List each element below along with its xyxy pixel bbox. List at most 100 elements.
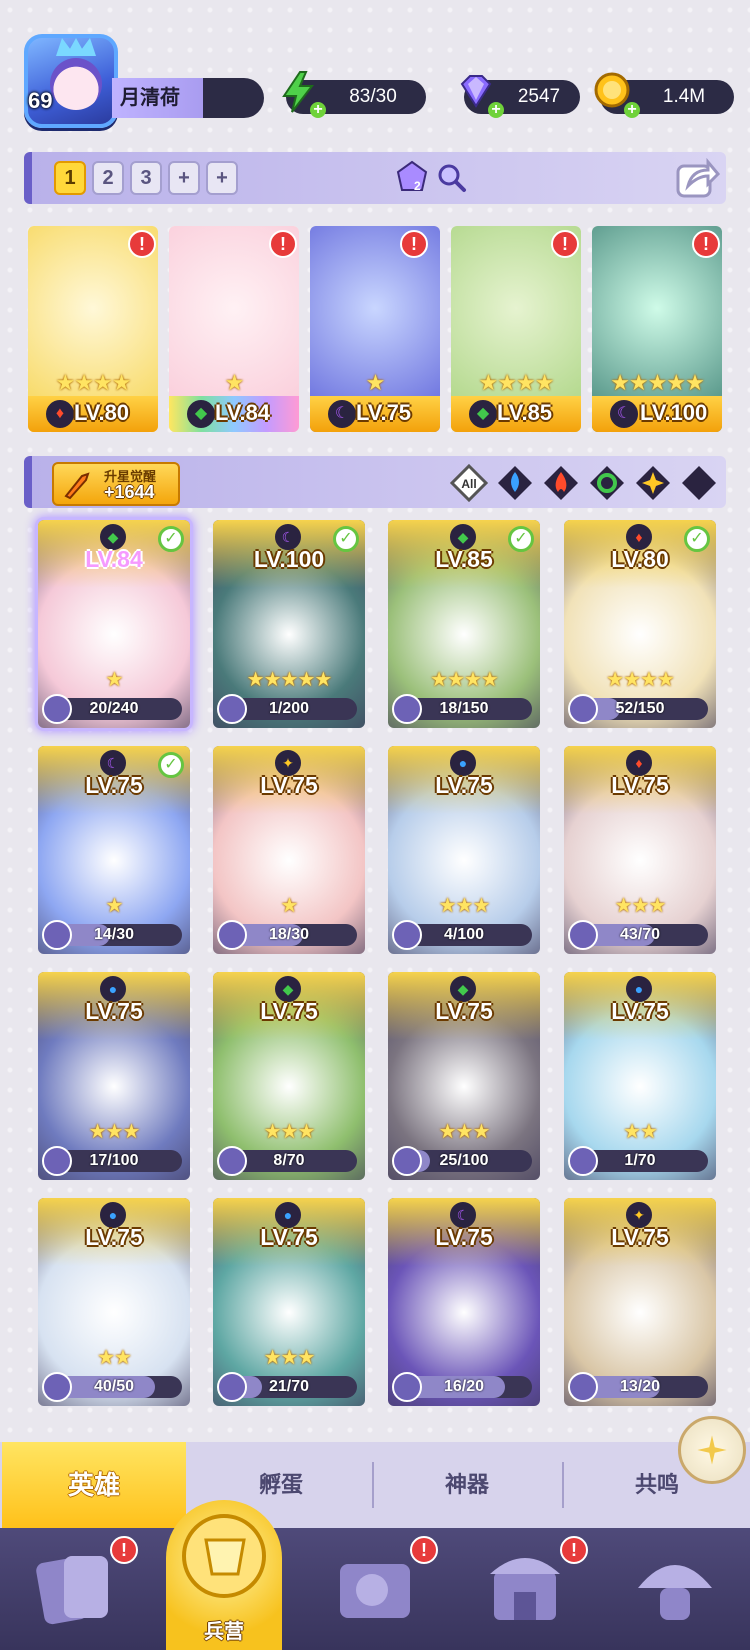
hero-card[interactable]: ◆ LV.75 ★★★ 8/70 — [213, 972, 365, 1180]
hero-card[interactable]: ♦ ✓ LV.80 ★★★★ 52/150 — [564, 520, 716, 728]
sparkle-icon — [697, 1435, 727, 1465]
shard-icon — [568, 1146, 598, 1176]
hero-stars: ★★★ — [88, 1121, 141, 1143]
hero-card[interactable]: ● LV.75 ★★ 40/50 — [38, 1198, 190, 1406]
lineup-slot-2[interactable]: ! ★ ◆ LV.84 — [169, 226, 299, 432]
shop-icon — [490, 1558, 560, 1620]
tab-artifacts[interactable]: 神器 — [374, 1442, 560, 1528]
add-energy-icon[interactable]: + — [310, 102, 326, 118]
barracks-icon — [182, 1514, 266, 1598]
fire-element-icon: ♦ — [46, 400, 74, 428]
star-awaken-button[interactable]: 升星觉醒 +1644 — [52, 462, 180, 506]
nav-barracks[interactable]: 兵营 — [166, 1500, 282, 1650]
hero-card[interactable]: ☾ LV.75 16/20 — [388, 1198, 540, 1406]
hero-level: LV.75 — [611, 1224, 669, 1250]
hero-stars: ★ — [105, 895, 124, 917]
nav-shop[interactable]: ! — [480, 1536, 588, 1634]
crown-icon — [56, 38, 96, 56]
shard-icon — [42, 694, 72, 724]
lineup-slot-4[interactable]: ! ★★★★ ◆ LV.85 — [451, 226, 581, 432]
add-team-button-2[interactable]: + — [206, 161, 238, 195]
hero-stars: ★★★ — [263, 1121, 316, 1143]
hero-level: LV.75 — [435, 998, 493, 1024]
hero-card[interactable]: ● LV.75 ★★★ 21/70 — [213, 1198, 365, 1406]
team-emblem-count: 2 — [414, 179, 421, 193]
hero-level: LV.75 — [260, 998, 318, 1024]
hero-level: LV.75 — [260, 1224, 318, 1250]
nav-mushroom[interactable] — [630, 1542, 720, 1634]
hero-card[interactable]: ☾ ✓ LV.100 ★★★★★ 1/200 — [213, 520, 365, 728]
light-filter-icon[interactable] — [634, 464, 672, 502]
add-team-button[interactable]: + — [168, 161, 200, 195]
shard-icon — [217, 1372, 247, 1402]
shard-icon — [568, 1372, 598, 1402]
alert-icon: ! — [551, 230, 579, 258]
hero-card[interactable]: ✦ LV.75 ★ 18/30 — [213, 746, 365, 954]
hero-card[interactable]: ● LV.75 ★★★ 17/100 — [38, 972, 190, 1180]
hero-card[interactable]: ◆ LV.75 ★★★ 25/100 — [388, 972, 540, 1180]
gem-counter[interactable]: + 2547 — [460, 75, 580, 118]
wind-element-icon: ◆ — [469, 400, 497, 428]
hero-card[interactable]: ✦ LV.75 13/20 — [564, 1198, 716, 1406]
hero-stars: ★★ — [97, 1347, 132, 1369]
lineup-slot-3[interactable]: ! ★ ☾ LV.75 — [310, 226, 440, 432]
gold-counter[interactable]: + 1.4M — [594, 72, 734, 118]
alert-icon: ! — [692, 230, 720, 258]
nav-cards[interactable]: ! — [30, 1536, 138, 1634]
dark-filter-icon[interactable] — [680, 464, 718, 502]
sparkle-button[interactable] — [678, 1416, 746, 1484]
avatar-face — [50, 58, 102, 110]
hero-level: LV.75 — [356, 400, 412, 425]
hero-stars: ★★★★★ — [246, 669, 333, 691]
lineup-slot-5[interactable]: ! ★★★★★ ☾ LV.100 — [592, 226, 722, 432]
add-gems-icon[interactable]: + — [488, 102, 504, 118]
hero-card[interactable]: ● LV.75 ★★ 1/70 — [564, 972, 716, 1180]
team-slot-3[interactable]: 3 — [130, 161, 162, 195]
wind-filter-icon[interactable] — [588, 464, 626, 502]
hero-stars: ★ — [105, 669, 124, 691]
team-bar: 1 2 3 + + 2 — [24, 152, 726, 204]
share-icon[interactable] — [674, 156, 720, 200]
add-gold-icon[interactable]: + — [624, 102, 640, 118]
hero-stars: ★★★★ — [55, 370, 132, 395]
hero-level: LV.75 — [435, 772, 493, 798]
hero-level: LV.75 — [611, 772, 669, 798]
top-bar: 69 月清荷 + 83/30 + 2547 + 1.4M — [0, 0, 750, 130]
filter-bar: 升星觉醒 +1644 All — [24, 456, 726, 508]
hero-card[interactable]: ♦ LV.75 ★★★ 43/70 — [564, 746, 716, 954]
alert-icon: ! — [400, 230, 428, 258]
hero-card[interactable]: ◆ ✓ LV.84 ★ 20/240 — [38, 520, 190, 728]
shard-icon — [42, 920, 72, 950]
team-emblem-icon[interactable]: 2 — [394, 160, 430, 196]
hero-card[interactable]: ◆ ✓ LV.85 ★★★★ 18/150 — [388, 520, 540, 728]
gold-value: 1.4M — [662, 86, 706, 107]
dark-element-icon: ☾ — [328, 400, 356, 428]
hero-stars: ★ — [224, 370, 245, 395]
filter-all-button[interactable]: All — [450, 464, 488, 502]
nav-book[interactable]: ! — [330, 1536, 438, 1634]
lineup-slot-1[interactable]: ! ★★★★ ♦ LV.80 — [28, 226, 158, 432]
bottom-nav: ! ! ! — [0, 1528, 750, 1650]
hero-stars: ★★★ — [438, 1121, 491, 1143]
sub-tab-bar: 英雄 孵蛋 神器 共鸣 — [0, 1442, 750, 1528]
hero-card[interactable]: ☾ ✓ LV.75 ★ 14/30 — [38, 746, 190, 954]
dark-element-icon: ☾ — [610, 400, 638, 428]
player-name[interactable]: 月清荷 — [112, 78, 264, 118]
team-slot-2[interactable]: 2 — [92, 161, 124, 195]
magnifier-icon[interactable] — [434, 160, 470, 196]
book-icon — [340, 1564, 410, 1618]
alert-icon: ! — [269, 230, 297, 258]
hero-level: LV.75 — [85, 1224, 143, 1250]
team-slot-1[interactable]: 1 — [54, 161, 86, 195]
hero-card[interactable]: ● LV.75 ★★★ 4/100 — [388, 746, 540, 954]
water-filter-icon[interactable] — [496, 464, 534, 502]
shard-icon — [42, 1146, 72, 1176]
hero-stars: ★★★ — [614, 895, 667, 917]
tab-heroes[interactable]: 英雄 — [2, 1442, 186, 1528]
fire-filter-icon[interactable] — [542, 464, 580, 502]
energy-counter[interactable]: + 83/30 — [282, 71, 426, 118]
alert-icon: ! — [560, 1536, 588, 1564]
hero-stars: ★★★ — [438, 895, 491, 917]
cards-icon — [36, 1556, 108, 1625]
hero-level: LV.84 — [215, 400, 271, 425]
